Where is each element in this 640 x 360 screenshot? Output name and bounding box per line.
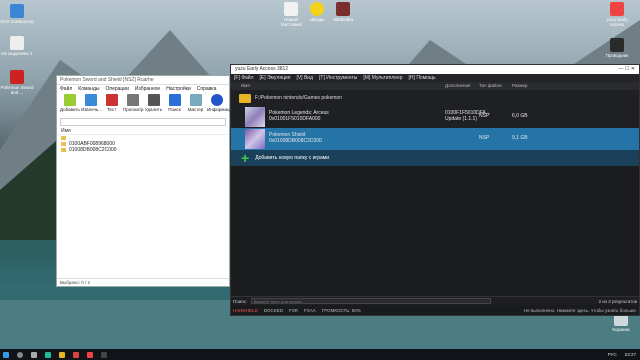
start-icon[interactable] — [3, 351, 9, 358]
view-button[interactable]: Просмотр — [123, 94, 144, 116]
menu-commands[interactable]: Команды — [78, 86, 99, 92]
edge-icon[interactable] — [45, 351, 51, 358]
yuzu-window: yuzu Early Access 3812 — ☐ ✕ [F] Файл [E]… — [230, 64, 640, 316]
status-docked[interactable]: DOCKED — [264, 308, 283, 313]
col-name[interactable]: Имя — [241, 83, 250, 88]
folder-icon — [61, 148, 66, 152]
window-controls[interactable]: — ☐ ✕ — [619, 66, 635, 73]
menu-operations[interactable]: Операции — [105, 86, 128, 92]
folder-icon — [61, 136, 66, 140]
menu-help[interactable]: [H] Помощь — [409, 75, 436, 81]
taskview-icon[interactable] — [31, 351, 37, 358]
menu-file[interactable]: Файл — [60, 86, 72, 92]
archive-status: Выбрано: 0 / 2 — [57, 278, 229, 286]
status-message[interactable]: Не выполнено. Нажмите здесь, чтобы узнат… — [524, 308, 637, 313]
menu-settings[interactable]: Настройки — [166, 86, 191, 92]
folder-icon — [61, 142, 66, 146]
search-icon[interactable] — [17, 351, 23, 358]
desktop-icon-pokemon[interactable]: Pokemon Sword and ... — [0, 70, 34, 95]
archive-title: Pokemon Sword and Shield [NSZ] Ruarhe — [57, 76, 229, 85]
plus-icon: + — [241, 150, 250, 166]
status-bar: HANDHELD DOCKED FSR FXAA ГРОМКОСТЬ: 50% … — [231, 305, 639, 315]
search-button[interactable]: Поиск — [165, 94, 184, 116]
menu-help[interactable]: Справка — [197, 86, 217, 92]
chrome-icon[interactable] — [73, 351, 79, 358]
yuzu-taskbar-icon[interactable] — [87, 351, 93, 358]
desktop-icon-computer[interactable]: Этот компьютер — [0, 4, 34, 24]
menu-emulation[interactable]: [E] Эмуляция — [260, 75, 291, 81]
status-fsr[interactable]: FSR — [289, 308, 298, 313]
desktop-icon-file[interactable]: Не выделено 1 — [0, 36, 34, 56]
desktop-icon-obrabotka[interactable]: obrabotka — [326, 2, 360, 22]
desktop-icon-yuzu[interactable]: yuzu Early Access — [600, 2, 634, 27]
info-button[interactable]: Информация — [207, 94, 235, 116]
search-input[interactable] — [250, 298, 491, 304]
col-type[interactable]: Тип файла — [479, 83, 502, 88]
extract-button[interactable]: Извлечь... — [81, 94, 102, 116]
menu-multiplayer[interactable]: [M] Мультиплеер — [363, 75, 402, 81]
yuzu-title: yuzu Early Access 3812 — [235, 66, 289, 72]
desktop-icon-explorer[interactable]: Проводник — [600, 38, 634, 58]
search-bar: Поиск: 2 из 2 результатов — [231, 296, 639, 305]
add-game-folder[interactable]: + Добавить новую папку с играми — [231, 150, 639, 166]
col-size[interactable]: Размер — [512, 83, 527, 88]
game-dir[interactable]: F:/Pokemon nintendo/Games pokemon — [231, 90, 639, 106]
taskbar: РУС 23:27 — [0, 349, 640, 360]
game-icon — [245, 129, 265, 149]
folder-icon — [239, 93, 251, 103]
archive-taskbar-icon[interactable] — [101, 351, 107, 358]
list-item[interactable]: 01008DB008C2C000 — [57, 147, 229, 153]
delete-button[interactable]: Удалить — [144, 94, 163, 116]
status-handheld[interactable]: HANDHELD — [233, 308, 258, 313]
archive-window: Pokemon Sword and Shield [NSZ] Ruarhe Фа… — [56, 75, 235, 287]
col-addons[interactable]: Дополнения — [445, 83, 471, 88]
search-result: 2 из 2 результатов — [598, 298, 637, 304]
clock[interactable]: 23:27 — [625, 352, 636, 357]
wizard-button[interactable]: Мастер — [186, 94, 205, 116]
game-row[interactable]: Pokemon Legends: Arceus 0x01001F5010DFA0… — [231, 106, 639, 128]
menu-view[interactable]: [V] Вид — [296, 75, 313, 81]
search-label: Поиск: — [233, 298, 247, 304]
menu-tools[interactable]: [T] Инструменты — [319, 75, 357, 81]
add-button[interactable]: Добавить — [60, 94, 80, 116]
test-button[interactable]: Тест — [102, 94, 121, 116]
game-icon — [245, 107, 265, 127]
status-volume[interactable]: ГРОМКОСТЬ: 50% — [322, 308, 361, 313]
game-row-selected[interactable]: Pokemon Shield 0x01008DB008C2C000 NSP 9,… — [231, 128, 639, 150]
yuzu-menu: [F] Файл [E] Эмуляция [V] Вид [T] Инстру… — [231, 74, 639, 82]
archive-toolbar: Добавить Извлечь... Тест Просмотр Удалит… — [57, 93, 235, 117]
column-name[interactable]: Имя — [57, 127, 229, 135]
menu-favorites[interactable]: Избранное — [135, 86, 160, 92]
archive-menu: Файл Команды Операции Избранное Настройк… — [57, 85, 229, 93]
status-fxaa[interactable]: FXAA — [304, 308, 316, 313]
game-list-header: Имя Дополнения Тип файла Размер — [231, 82, 639, 90]
menu-file[interactable]: [F] Файл — [234, 75, 254, 81]
explorer-icon[interactable] — [59, 351, 65, 358]
language-indicator[interactable]: РУС — [608, 352, 617, 357]
address-bar[interactable] — [60, 118, 226, 126]
